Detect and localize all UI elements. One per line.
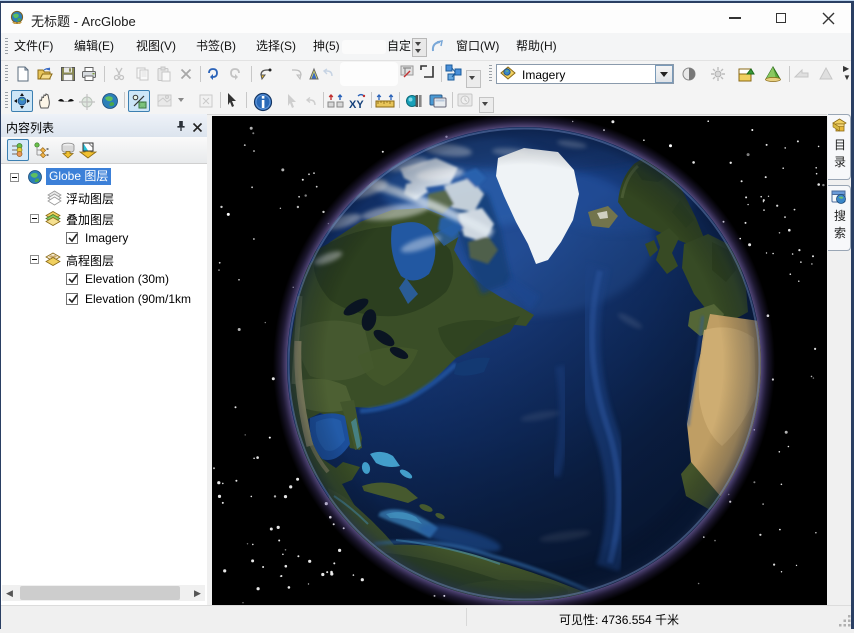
svg-text:XY: XY bbox=[349, 99, 364, 110]
